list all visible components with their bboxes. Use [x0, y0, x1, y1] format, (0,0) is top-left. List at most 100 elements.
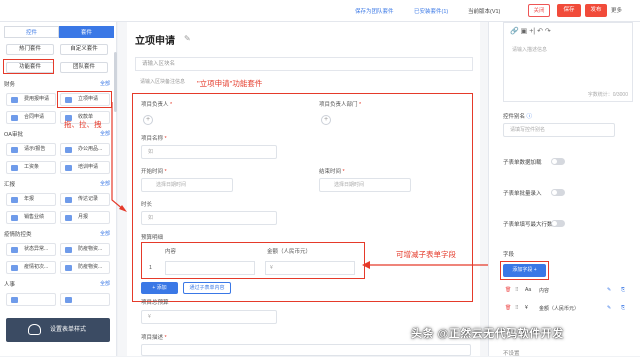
field-row[interactable]: 🗑 ⠿ ¥ 金额（人民币元） ✎ ⎘: [503, 302, 633, 316]
save-as-team-link[interactable]: 保存为团队套件: [355, 7, 394, 15]
budget-detail-label: 预算明细: [141, 235, 164, 241]
edit-field-icon[interactable]: ✎: [607, 287, 611, 293]
editor-toolbar[interactable]: 🔗 ▣ +| ↶ ↷: [510, 27, 551, 35]
section-hr: 人事 全部: [4, 280, 110, 288]
field-name: 金额（人民币元）: [539, 306, 580, 312]
more-menu[interactable]: 更多: [611, 6, 622, 14]
training-icon: [65, 165, 72, 171]
suite-item[interactable]: [60, 293, 110, 306]
edit-field-icon[interactable]: ✎: [607, 305, 611, 311]
suite-item[interactable]: 年报: [6, 193, 56, 206]
record-icon: [65, 197, 72, 203]
start-time-input[interactable]: 选择日期时间: [141, 178, 233, 192]
edit-title-icon[interactable]: ✎: [184, 34, 191, 43]
suite-item[interactable]: 请示/报告: [6, 143, 56, 156]
delete-icon[interactable]: 🗑: [505, 305, 511, 311]
add-owner-icon[interactable]: +: [143, 115, 153, 125]
properties-panel: 🔗 ▣ +| ↶ ↷ 请输入描述信息 字数统计：0/3000 控件别名 ⓘ 请填…: [488, 22, 640, 357]
subform-row-number: 1: [149, 265, 153, 271]
suite-item[interactable]: 疫情初次...: [6, 261, 56, 274]
view-all-link[interactable]: 全部: [100, 280, 110, 287]
copy-field-icon[interactable]: ⎘: [621, 287, 625, 293]
hr-icon: [65, 297, 72, 303]
alias-label: 控件别名 ⓘ: [503, 114, 533, 120]
delete-icon[interactable]: 🗑: [505, 287, 511, 293]
description-editor[interactable]: 🔗 ▣ +| ↶ ↷ 请输入描述信息 字数统计：0/3000: [503, 22, 633, 102]
field-type-icon: Aa: [525, 287, 532, 293]
sub-batch-label: 子表单批量录入: [503, 191, 542, 197]
drag-handle-icon[interactable]: ⠿: [515, 287, 519, 293]
version-selector[interactable]: 当前版本(V1): [468, 7, 500, 15]
panel-scrollbar[interactable]: [114, 52, 117, 112]
suite-item[interactable]: 费用报申请: [6, 93, 56, 106]
suite-item[interactable]: 防疫物资...: [60, 261, 110, 274]
hot-suite-button[interactable]: 热门套件: [6, 44, 54, 55]
section-desc-input[interactable]: 请输入区块备注信息: [140, 78, 185, 85]
suite-item[interactable]: [6, 293, 56, 306]
suite-item[interactable]: 合同申请: [6, 111, 56, 124]
project-name-input[interactable]: 如: [141, 145, 277, 159]
save-button[interactable]: 保存: [557, 4, 581, 17]
supplies-icon: [65, 265, 72, 271]
add-dept-icon[interactable]: +: [321, 115, 331, 125]
total-budget-label: 项目总预算: [141, 300, 169, 306]
custom-suite-button[interactable]: 自定义套件: [60, 44, 108, 55]
form-canvas: 立项申请 ✎ 请输入区块名 请输入区块备注信息 "立项申请"功能套件 项目负责人…: [118, 22, 488, 356]
annual-report-icon: [11, 197, 18, 203]
view-all-link[interactable]: 全部: [100, 230, 110, 237]
suite-item[interactable]: 状态异常...: [6, 243, 56, 256]
suite-item[interactable]: 办公用品...: [60, 143, 110, 156]
annotation-subform: 可增减子表单字段: [396, 250, 456, 259]
end-time-input[interactable]: 选择日期时间: [319, 178, 411, 192]
suite-panel: 控件 套件 热门套件 自定义套件 功能套件 团队套件 财务 全部 费用报申请 立…: [0, 22, 117, 356]
field-name: 内容: [539, 288, 550, 294]
suite-item[interactable]: 培训申请: [60, 161, 110, 174]
duration-input[interactable]: 如: [141, 211, 277, 225]
suite-item[interactable]: 月报: [60, 211, 110, 224]
total-budget-input[interactable]: ¥: [141, 310, 277, 324]
watermark: 头条 @正然云无代码软件开发: [411, 328, 564, 340]
field-row[interactable]: 🗑 ⠿ Aa 内容 ✎ ⎘: [503, 284, 633, 298]
sub-max-toggle[interactable]: [551, 220, 565, 227]
sub-single-toggle[interactable]: [551, 158, 565, 165]
tab-controls[interactable]: 控件: [4, 26, 59, 38]
section-name-input[interactable]: 请输入区块名: [135, 57, 473, 71]
view-all-link[interactable]: 全部: [100, 130, 110, 137]
status-icon: [11, 247, 18, 253]
sub-batch-toggle[interactable]: [551, 189, 565, 196]
alias-input[interactable]: 请填写控件别名: [503, 123, 615, 137]
import-rows-button[interactable]: 通过子表单内容: [183, 282, 231, 294]
suite-item[interactable]: 工资条: [6, 161, 56, 174]
form-title[interactable]: 立项申请: [135, 32, 175, 47]
end-time-label: 结束时间 *: [319, 169, 345, 175]
tab-suite[interactable]: 套件: [59, 26, 114, 38]
suite-item[interactable]: 传达记录: [60, 193, 110, 206]
owner-label: 项目负责人 *: [141, 102, 173, 108]
subform-content-cell[interactable]: [165, 261, 255, 275]
form-style-settings-button[interactable]: 设置表单样式: [6, 318, 110, 342]
publish-button[interactable]: 发布: [585, 4, 607, 17]
annotation-suite: "立项申请"功能套件: [197, 79, 263, 88]
view-all-link[interactable]: 全部: [100, 180, 110, 187]
subform-amount-cell[interactable]: ¥: [265, 261, 355, 275]
subform-content-header: 内容: [165, 249, 177, 255]
drag-handle-icon[interactable]: ⠿: [515, 305, 519, 311]
view-all-link[interactable]: 全部: [100, 80, 110, 87]
supplies-icon: [65, 247, 72, 253]
report-icon: [11, 147, 18, 153]
copy-field-icon[interactable]: ⎘: [621, 305, 625, 311]
add-row-button[interactable]: + 添加: [141, 282, 178, 294]
suite-item[interactable]: 销售业绩: [6, 211, 56, 224]
project-desc-label: 项目描述 *: [141, 335, 167, 341]
expense-icon: [11, 97, 18, 103]
suite-item[interactable]: 防疫物资...: [60, 243, 110, 256]
section-report: 汇报 全部: [4, 180, 110, 188]
top-bar: 保存为团队套件 已安装套件(1) 当前版本(V1) 关闭 保存 发布 更多: [0, 0, 640, 22]
installed-suites-link[interactable]: 已安装套件(1): [414, 7, 448, 15]
team-suite-button[interactable]: 团队套件: [60, 62, 108, 73]
office-supplies-icon: [65, 147, 72, 153]
section-epidemic: 疫情防控类 全部: [4, 230, 110, 238]
project-name-label: 项目名称 *: [141, 136, 167, 142]
project-desc-input[interactable]: [141, 344, 471, 356]
close-button[interactable]: 关闭: [528, 4, 550, 17]
